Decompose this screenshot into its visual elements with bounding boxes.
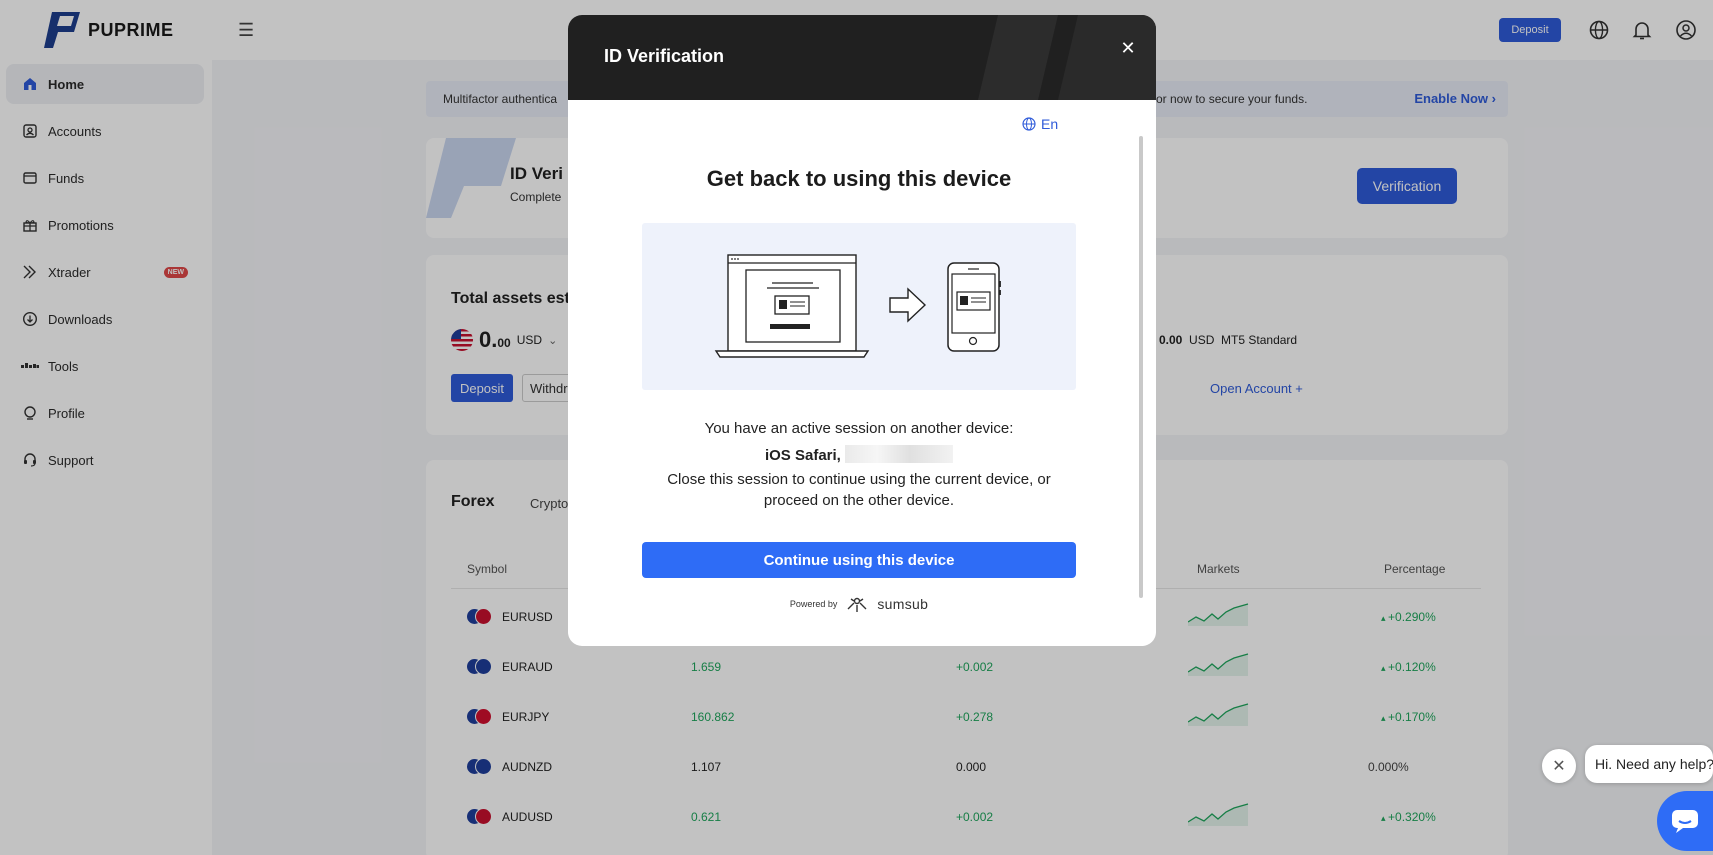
globe-icon	[1022, 117, 1036, 131]
chat-close-icon[interactable]: ✕	[1542, 749, 1576, 783]
modal-scrollbar[interactable]	[1139, 136, 1143, 598]
sumsub-logo-icon	[847, 597, 867, 612]
language-selector[interactable]: En	[1022, 116, 1058, 132]
modal-header: ID Verification ✕	[568, 15, 1156, 100]
laptop-to-phone-icon	[714, 254, 1001, 358]
chat-launcher-button[interactable]	[1657, 791, 1713, 851]
powered-by: Powered by sumsub	[568, 595, 1150, 613]
language-label: En	[1041, 116, 1059, 132]
modal-heading: Get back to using this device	[706, 166, 1012, 191]
session-info-line: You have an active session on another de…	[704, 420, 1014, 437]
chat-bubble-icon	[1672, 810, 1698, 833]
powered-by-label: Powered by	[789, 599, 838, 609]
provider-name: sumsub	[877, 596, 929, 612]
modal-title: ID Verification	[604, 46, 725, 66]
device-transfer-illustration	[642, 223, 1076, 390]
continue-using-this-device-button[interactable]: Continue using this device	[642, 542, 1076, 578]
session-device: iOS Safari,	[568, 445, 1150, 464]
redacted-ip	[845, 445, 954, 463]
device-name: iOS Safari,	[764, 447, 841, 464]
chat-greeting-bubble[interactable]: Hi. Need any help?	[1585, 745, 1713, 783]
session-instruction-line-2: proceed on the other device.	[763, 492, 955, 509]
session-instruction-line: Close this session to continue using the…	[667, 471, 1051, 488]
close-icon[interactable]: ✕	[1113, 33, 1143, 63]
id-verification-modal: ID Verification ✕ En Get back to using t…	[568, 15, 1156, 646]
